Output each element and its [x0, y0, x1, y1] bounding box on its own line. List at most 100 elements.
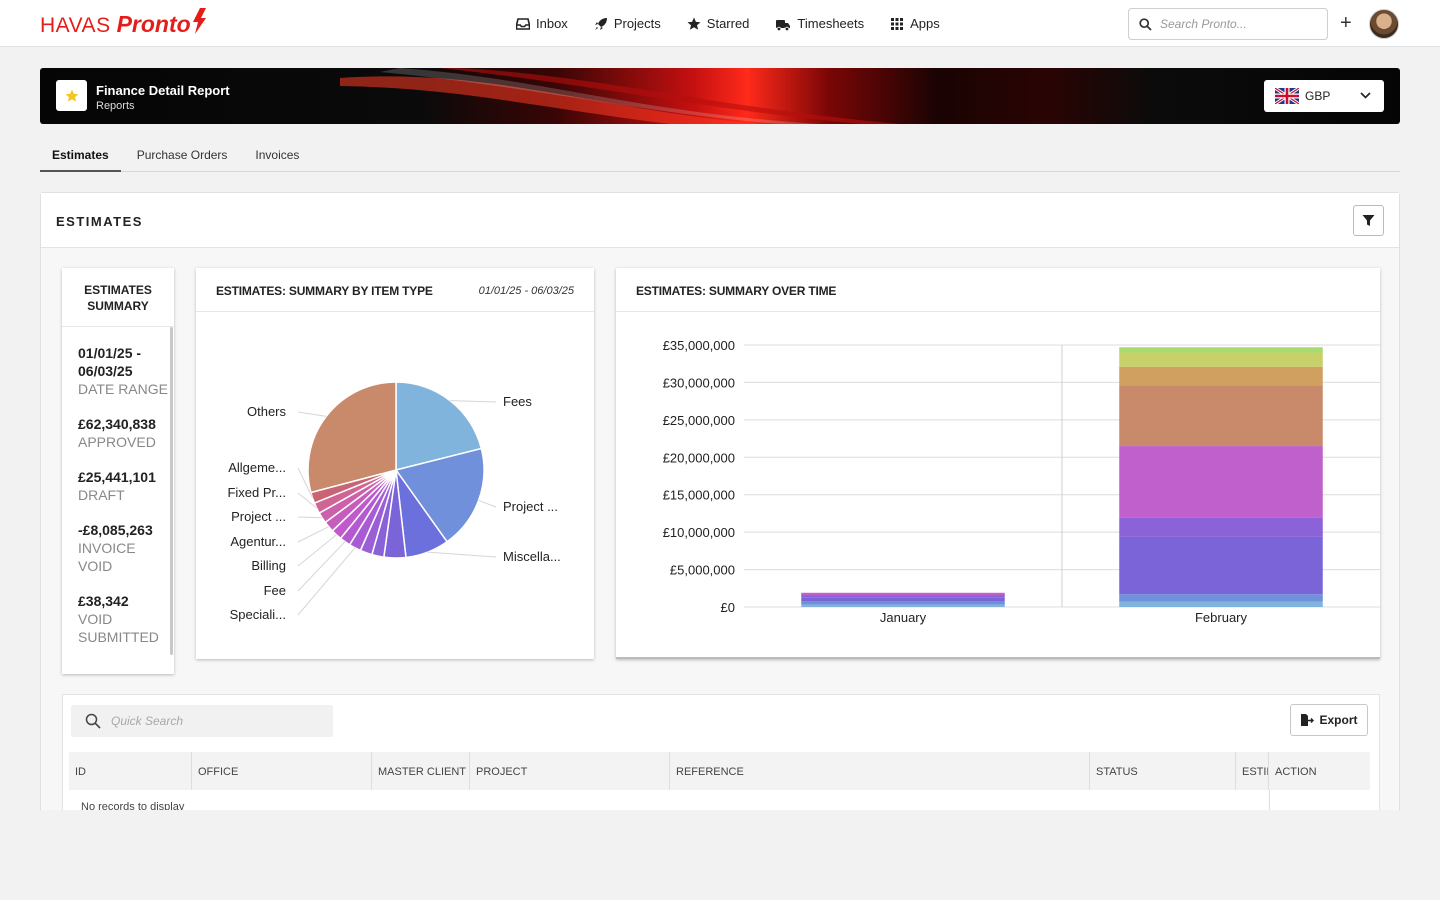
- currency-value: GBP: [1305, 89, 1331, 103]
- summary-label: VOID SUBMITTED: [78, 611, 159, 645]
- filter-icon: [1362, 215, 1375, 226]
- filter-button[interactable]: [1353, 205, 1384, 236]
- global-search-box[interactable]: [1128, 8, 1328, 40]
- tab-invoices[interactable]: Invoices: [243, 140, 311, 172]
- report-breadcrumb[interactable]: Reports: [96, 100, 135, 112]
- y-tick-label: £10,000,000: [663, 525, 735, 540]
- pie-chart: Fees Project ... Miscella... Speciali... Fee…: [227, 381, 561, 622]
- main-nav-links: Inbox Projects Starred Timesheets Apps: [516, 0, 940, 47]
- x-tick-label: February: [1195, 610, 1248, 625]
- bar-segment[interactable]: [1119, 385, 1323, 447]
- bar-segment[interactable]: [1119, 517, 1323, 537]
- column-header-project[interactable]: PROJECT: [470, 752, 670, 790]
- bar-segment[interactable]: [801, 601, 1005, 605]
- column-header-office[interactable]: OFFICE: [192, 752, 372, 790]
- nav-timesheets[interactable]: Timesheets: [775, 16, 864, 31]
- stacked-bar-chart: £0 £5,000,000 £10,000,000 £15,000,000 £20,00…: [616, 338, 1380, 659]
- summary-item: £25,441,101 DRAFT: [78, 468, 168, 504]
- tab-estimates[interactable]: Estimates: [40, 140, 121, 172]
- bar-segment[interactable]: [1119, 352, 1323, 367]
- summary-label: DRAFT: [78, 487, 125, 503]
- apps-grid-icon: [891, 17, 904, 30]
- banner-wave-graphic: [340, 68, 900, 124]
- y-tick-label: £15,000,000: [663, 488, 735, 503]
- quick-search-input[interactable]: [111, 714, 311, 728]
- y-tick-label: £5,000,000: [670, 563, 735, 578]
- chevron-down-icon: [1360, 92, 1371, 99]
- column-header-reference[interactable]: REFERENCE: [670, 752, 1090, 790]
- bar-segment[interactable]: [1119, 366, 1323, 386]
- summary-item: £62,340,838 APPROVED: [78, 415, 168, 451]
- star-icon: [687, 17, 701, 30]
- column-header-status[interactable]: STATUS: [1090, 752, 1236, 790]
- summary-label: DATE RANGE: [78, 381, 168, 397]
- y-tick-label: £0: [721, 600, 735, 615]
- pie-slice-label: Project ...: [231, 509, 286, 524]
- bar-segment[interactable]: [1119, 446, 1323, 518]
- bar-segment[interactable]: [801, 597, 1005, 602]
- pie-slice-label: Others: [247, 404, 287, 419]
- summary-by-item-type-panel: ESTIMATES: SUMMARY BY ITEM TYPE 01/01/25…: [196, 268, 594, 659]
- nav-starred-label: Starred: [706, 16, 750, 31]
- bar-segment[interactable]: [1119, 601, 1323, 607]
- quick-search-box[interactable]: [71, 705, 333, 737]
- bar-segment[interactable]: [801, 595, 1005, 598]
- summary-value: £62,340,838: [78, 416, 156, 432]
- bar-segment[interactable]: [1119, 594, 1323, 602]
- summary-over-time-panel: ESTIMATES: SUMMARY OVER TIME £0 £5,000,00…: [616, 268, 1380, 659]
- pie-slice-label: Project ...: [503, 499, 558, 514]
- nav-starred[interactable]: Starred: [687, 16, 750, 31]
- nav-projects[interactable]: Projects: [594, 16, 661, 31]
- summary-item: 01/01/25 - 06/03/25 DATE RANGE: [78, 344, 168, 398]
- tab-purchase-orders[interactable]: Purchase Orders: [125, 140, 240, 172]
- nav-inbox[interactable]: Inbox: [516, 16, 568, 31]
- column-header-master-client[interactable]: MASTER CLIENT: [372, 752, 470, 790]
- currency-select[interactable]: GBP: [1264, 80, 1384, 112]
- pie-leader-line: [297, 526, 329, 543]
- favorite-star-button[interactable]: [56, 80, 87, 111]
- export-label: Export: [1319, 713, 1358, 727]
- estimates-summary-panel: ESTIMATES SUMMARY 01/01/25 - 06/03/25 DA…: [62, 268, 174, 674]
- summary-list: 01/01/25 - 06/03/25 DATE RANGE £62,340,8…: [78, 344, 168, 663]
- star-icon: [65, 89, 78, 102]
- bar-segment[interactable]: [1119, 347, 1323, 353]
- report-title: Finance Detail Report: [96, 83, 230, 98]
- nav-timesheets-label: Timesheets: [797, 16, 865, 31]
- pie-slice-label: Allgeme...: [228, 460, 286, 475]
- bar-segment[interactable]: [801, 592, 1005, 596]
- column-header-estimate[interactable]: ESTIMATE: [1236, 752, 1269, 790]
- summary-value: £25,441,101: [78, 469, 156, 485]
- lightning-bolt-icon: [192, 8, 206, 34]
- export-button[interactable]: Export: [1290, 704, 1368, 736]
- pie-date-range: 01/01/25 - 06/03/25: [478, 285, 574, 297]
- global-search-input[interactable]: [1160, 17, 1310, 31]
- nav-apps[interactable]: Apps: [890, 16, 940, 31]
- user-avatar[interactable]: [1369, 9, 1399, 39]
- nav-projects-label: Projects: [613, 16, 661, 31]
- y-tick-label: £30,000,000: [663, 375, 735, 390]
- summary-item: -£8,085,263 INVOICE VOID: [78, 521, 168, 575]
- pie-slice-label: Speciali...: [230, 607, 286, 622]
- inbox-icon: [516, 17, 530, 30]
- pie-leader-line: [450, 400, 497, 403]
- section-title: ESTIMATES: [56, 214, 143, 229]
- viewport-bottom-area: [0, 810, 1440, 900]
- summary-scrollbar[interactable]: [170, 327, 173, 655]
- havas-pronto-logo[interactable]: HAVAS Pronto: [40, 8, 207, 38]
- y-tick-label: £20,000,000: [663, 450, 735, 465]
- add-icon[interactable]: +: [1340, 13, 1352, 33]
- pie-panel-header: ESTIMATES: SUMMARY BY ITEM TYPE 01/01/25…: [196, 268, 594, 312]
- brand-product: Pronto: [116, 11, 191, 37]
- summary-value: £38,342: [78, 593, 129, 609]
- column-header-action[interactable]: ACTION: [1269, 752, 1370, 790]
- pie-leader-line: [478, 499, 497, 508]
- pie-slice-label: Fixed Pr...: [227, 485, 286, 500]
- timesheet-icon: [776, 19, 791, 31]
- summary-label: APPROVED: [78, 434, 156, 450]
- summary-item: £38,342 VOID SUBMITTED: [78, 592, 168, 646]
- column-header-id[interactable]: ID: [69, 752, 192, 790]
- bar-segment[interactable]: [1119, 536, 1323, 595]
- brand-main: HAVAS: [40, 14, 111, 37]
- bar-segment[interactable]: [801, 604, 1005, 607]
- nav-inbox-label: Inbox: [536, 16, 568, 31]
